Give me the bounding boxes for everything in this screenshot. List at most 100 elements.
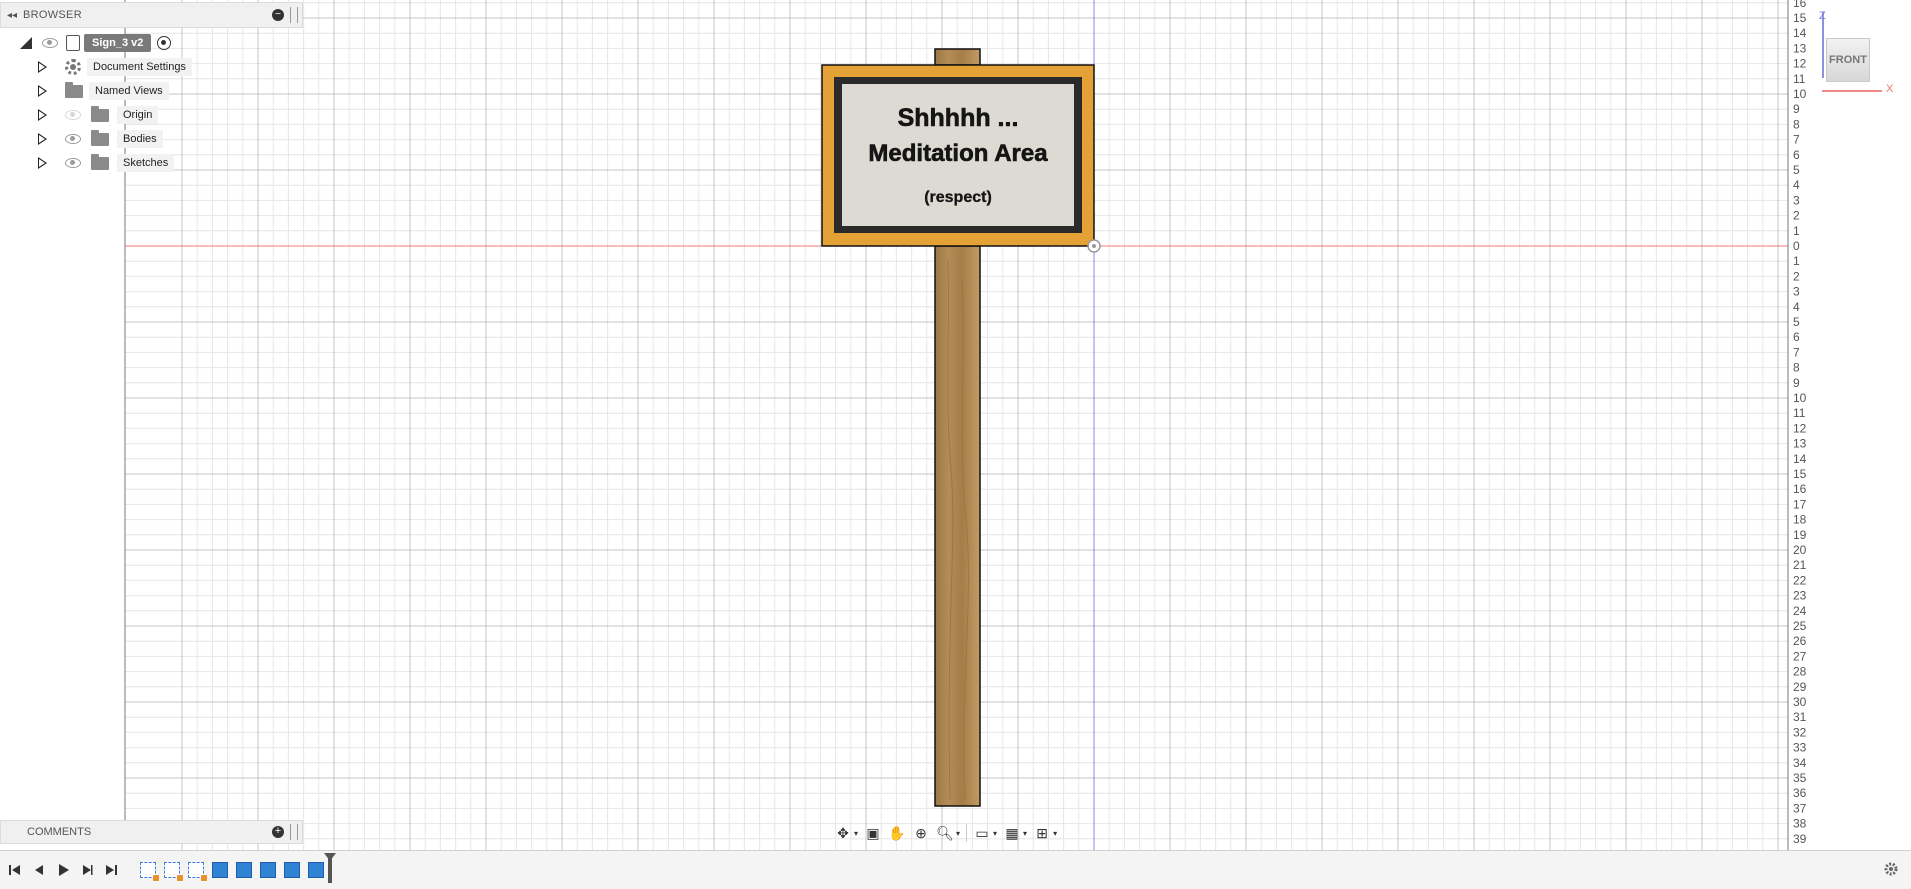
ruler-tick-label: 14 bbox=[1793, 452, 1807, 466]
ruler-tick-label: 10 bbox=[1793, 391, 1807, 405]
browser-item-label: Document Settings bbox=[87, 58, 192, 76]
browser-item-document-settings[interactable]: Document Settings bbox=[38, 56, 192, 78]
browser-panel: ◂◂ BROWSER − Sign_3 v2 Document Settings… bbox=[0, 0, 303, 180]
viewcube[interactable]: Z X FRONT bbox=[1818, 10, 1893, 95]
ruler-tick-label: 11 bbox=[1793, 72, 1806, 86]
activate-icon[interactable] bbox=[157, 36, 172, 50]
timeline-sketch-feature[interactable] bbox=[164, 862, 183, 881]
ruler-tick-label: 13 bbox=[1793, 437, 1807, 451]
orbit-icon[interactable]: ✥ bbox=[834, 824, 852, 842]
ruler-tick-label: 22 bbox=[1793, 573, 1807, 587]
timeline-extrude-feature[interactable] bbox=[212, 862, 228, 878]
chevron-down-icon[interactable]: ▾ bbox=[1023, 829, 1027, 838]
step-forward-icon[interactable] bbox=[78, 861, 96, 879]
comments-panel[interactable]: COMMENTS + bbox=[0, 820, 303, 844]
browser-item-bodies[interactable]: Bodies bbox=[38, 128, 163, 150]
grid-settings-icon[interactable]: ▦ bbox=[1003, 824, 1021, 842]
expand-icon[interactable] bbox=[38, 61, 47, 73]
ruler-tick-label: 24 bbox=[1793, 604, 1807, 618]
expand-icon[interactable] bbox=[38, 109, 47, 121]
viewcube-front-face[interactable]: FRONT bbox=[1826, 38, 1870, 82]
ruler-tick-label: 6 bbox=[1793, 330, 1800, 344]
ruler-tick-label: 4 bbox=[1793, 300, 1800, 314]
x-axis-label: X bbox=[1886, 83, 1894, 95]
design-viewport[interactable]: Shhhhh ... Meditation Area (respect) 1 6 1… bbox=[0, 0, 1911, 850]
ruler-tick-label: 28 bbox=[1793, 665, 1807, 679]
timeline-bar bbox=[0, 850, 1911, 889]
eye-icon[interactable] bbox=[42, 38, 58, 48]
pin-icon[interactable] bbox=[290, 824, 298, 840]
ruler-tick-label: 33 bbox=[1793, 741, 1807, 755]
pan-icon[interactable]: ✋ bbox=[888, 824, 906, 842]
chevron-down-icon[interactable]: ▾ bbox=[956, 829, 960, 838]
browser-item-label: Sketches bbox=[117, 154, 175, 172]
skip-start-icon[interactable] bbox=[6, 861, 24, 879]
root-component-label[interactable]: Sign_3 v2 bbox=[84, 34, 152, 52]
ruler-tick-label: 23 bbox=[1793, 589, 1807, 603]
fusion-app: Shhhhh ... Meditation Area (respect) 1 6 1… bbox=[0, 0, 1911, 889]
timeline-extrude-feature[interactable] bbox=[260, 862, 276, 878]
collapse-icon[interactable]: ◂◂ bbox=[1, 10, 23, 21]
ruler-tick-label: 1 bbox=[1793, 254, 1800, 268]
ruler-tick-label: 30 bbox=[1793, 695, 1807, 709]
folder-icon bbox=[91, 153, 109, 170]
viewports-icon[interactable]: ⊞ bbox=[1033, 824, 1051, 842]
ruler-tick-label: 11 bbox=[1793, 406, 1806, 420]
ruler-tick-label: 35 bbox=[1793, 771, 1807, 785]
browser-item-named-views[interactable]: Named Views bbox=[38, 80, 169, 102]
x-axis-indicator bbox=[1822, 90, 1882, 92]
chevron-down-icon[interactable]: ▾ bbox=[854, 829, 858, 838]
ruler-tick-label: 8 bbox=[1793, 117, 1800, 131]
ruler-tick-label: 9 bbox=[1793, 376, 1800, 390]
timeline-sketch-feature[interactable] bbox=[188, 862, 207, 881]
timeline-extrude-feature[interactable] bbox=[236, 862, 252, 878]
origin-dot bbox=[1092, 244, 1096, 248]
eye-hidden-icon[interactable] bbox=[65, 110, 81, 120]
zoom-icon[interactable]: 🔍︎ bbox=[936, 824, 954, 842]
minimize-icon[interactable]: − bbox=[272, 9, 284, 21]
ruler-tick-label: 31 bbox=[1793, 710, 1807, 724]
ruler-tick-label: 9 bbox=[1793, 102, 1800, 116]
expand-corner-icon[interactable] bbox=[20, 37, 32, 49]
ruler-tick-label: 18 bbox=[1793, 513, 1807, 527]
browser-item-origin[interactable]: Origin bbox=[38, 104, 159, 126]
ruler-tick-label: 34 bbox=[1793, 756, 1807, 770]
ruler-tick-label: 12 bbox=[1793, 421, 1807, 435]
ruler-tick-label: 0 bbox=[1793, 239, 1800, 253]
eye-icon[interactable] bbox=[65, 134, 81, 144]
sign-text-line2: Meditation Area bbox=[868, 140, 1048, 167]
zoom-window-icon[interactable]: ⊕ bbox=[912, 824, 930, 842]
sign-model[interactable]: Shhhhh ... Meditation Area (respect) bbox=[821, 48, 1095, 807]
skip-end-icon[interactable] bbox=[102, 861, 120, 879]
add-comment-icon[interactable]: + bbox=[272, 826, 284, 838]
browser-item-sketches[interactable]: Sketches bbox=[38, 152, 175, 174]
timeline-marker[interactable] bbox=[324, 853, 336, 883]
ruler-labels: 1615141312111098765432101234567891011121… bbox=[1793, 0, 1807, 846]
gear-icon bbox=[65, 59, 81, 75]
ruler-tick-label: 39 bbox=[1793, 832, 1807, 846]
timeline-extrude-feature[interactable] bbox=[284, 862, 300, 878]
expand-icon[interactable] bbox=[38, 157, 47, 169]
chevron-down-icon[interactable]: ▾ bbox=[1053, 829, 1057, 838]
play-icon[interactable] bbox=[54, 861, 72, 879]
display-settings-icon[interactable]: ▭ bbox=[973, 824, 991, 842]
eye-icon[interactable] bbox=[65, 158, 81, 168]
post-top bbox=[934, 48, 981, 66]
ruler-tick-label: 25 bbox=[1793, 619, 1807, 633]
browser-root-item[interactable]: Sign_3 v2 bbox=[20, 32, 172, 54]
pin-icon[interactable] bbox=[290, 7, 298, 23]
look-at-icon[interactable]: ▣ bbox=[864, 824, 882, 842]
chevron-down-icon[interactable]: ▾ bbox=[993, 829, 997, 838]
browser-item-label: Origin bbox=[117, 106, 159, 124]
expand-icon[interactable] bbox=[38, 85, 47, 97]
timeline-sketch-feature[interactable] bbox=[140, 862, 159, 881]
step-back-icon[interactable] bbox=[30, 861, 48, 879]
ruler-tick-label: 14 bbox=[1793, 26, 1807, 40]
expand-icon[interactable] bbox=[38, 133, 47, 145]
ruler-tick-label: 7 bbox=[1793, 133, 1800, 147]
component-icon bbox=[66, 35, 80, 51]
ruler-tick-label: 7 bbox=[1793, 345, 1800, 359]
gear-icon[interactable] bbox=[1883, 861, 1899, 877]
sign-post bbox=[934, 245, 981, 807]
timeline-extrude-feature[interactable] bbox=[308, 862, 324, 878]
